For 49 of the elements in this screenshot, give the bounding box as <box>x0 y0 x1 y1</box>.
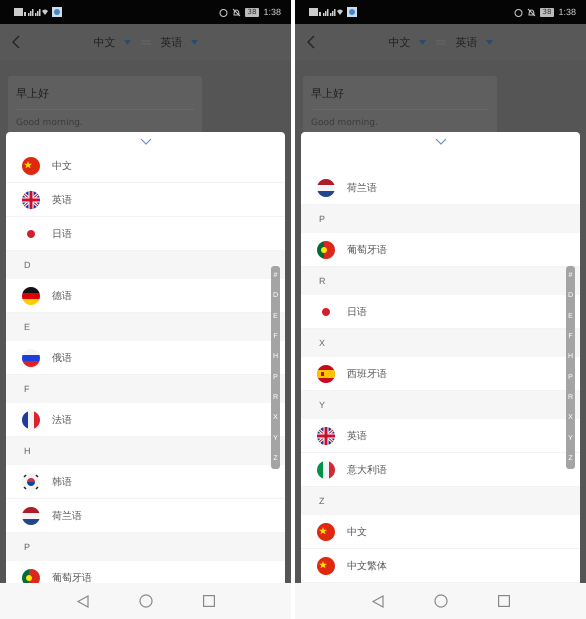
flag-icon <box>317 556 335 574</box>
flag-icon <box>317 460 335 478</box>
back-icon[interactable] <box>12 35 20 49</box>
mute-icon <box>232 8 241 16</box>
home-nav-icon[interactable] <box>138 594 152 608</box>
dropdown-icon <box>124 40 130 44</box>
flag-icon <box>317 178 335 196</box>
section-header: Z <box>301 487 580 515</box>
app-notification-icon <box>52 7 62 17</box>
back-icon[interactable] <box>307 35 315 49</box>
language-item[interactable]: 英语 <box>6 183 285 217</box>
dropdown-icon <box>190 40 198 44</box>
flag-icon <box>22 156 40 174</box>
language-item[interactable]: 韩语 <box>6 465 285 499</box>
recents-nav-icon[interactable] <box>202 595 214 607</box>
section-header: P <box>6 533 285 561</box>
flag-icon <box>22 286 40 304</box>
collapse-chevron-icon[interactable] <box>434 138 446 145</box>
flag-icon <box>317 426 335 444</box>
flag-icon <box>317 240 335 258</box>
mute-icon <box>526 8 536 16</box>
flag-icon <box>22 472 40 490</box>
source-text: 早上好 <box>16 76 194 110</box>
flag-icon <box>317 364 335 382</box>
target-language-dropdown[interactable]: 英语 <box>160 34 198 50</box>
flag-icon <box>22 410 40 428</box>
status-time: 1:38 <box>263 7 281 17</box>
flag-icon <box>22 190 40 208</box>
collapse-chevron-icon[interactable] <box>140 138 152 145</box>
home-nav-icon[interactable] <box>434 594 448 608</box>
flag-icon <box>22 348 40 366</box>
language-item[interactable]: 中文 <box>6 149 285 183</box>
flag-icon <box>22 506 40 524</box>
dropdown-icon <box>486 40 492 44</box>
source-text: 早上好 <box>311 76 489 110</box>
language-item[interactable]: 中文 <box>301 515 580 549</box>
section-header: P <box>301 205 580 233</box>
source-language-dropdown[interactable]: 中文 <box>94 34 130 50</box>
back-nav-icon[interactable] <box>76 594 88 608</box>
recents-nav-icon[interactable] <box>498 595 510 607</box>
back-nav-icon[interactable] <box>372 594 384 608</box>
source-language-dropdown[interactable]: 中文 <box>388 34 426 50</box>
signal-icons <box>14 7 48 17</box>
app-notification-icon <box>347 7 357 17</box>
status-time: 1:38 <box>558 7 576 17</box>
flag-icon <box>317 522 335 540</box>
target-language-dropdown[interactable]: 英语 <box>456 34 492 50</box>
signal-icons <box>309 7 343 17</box>
dropdown-icon <box>418 40 426 44</box>
